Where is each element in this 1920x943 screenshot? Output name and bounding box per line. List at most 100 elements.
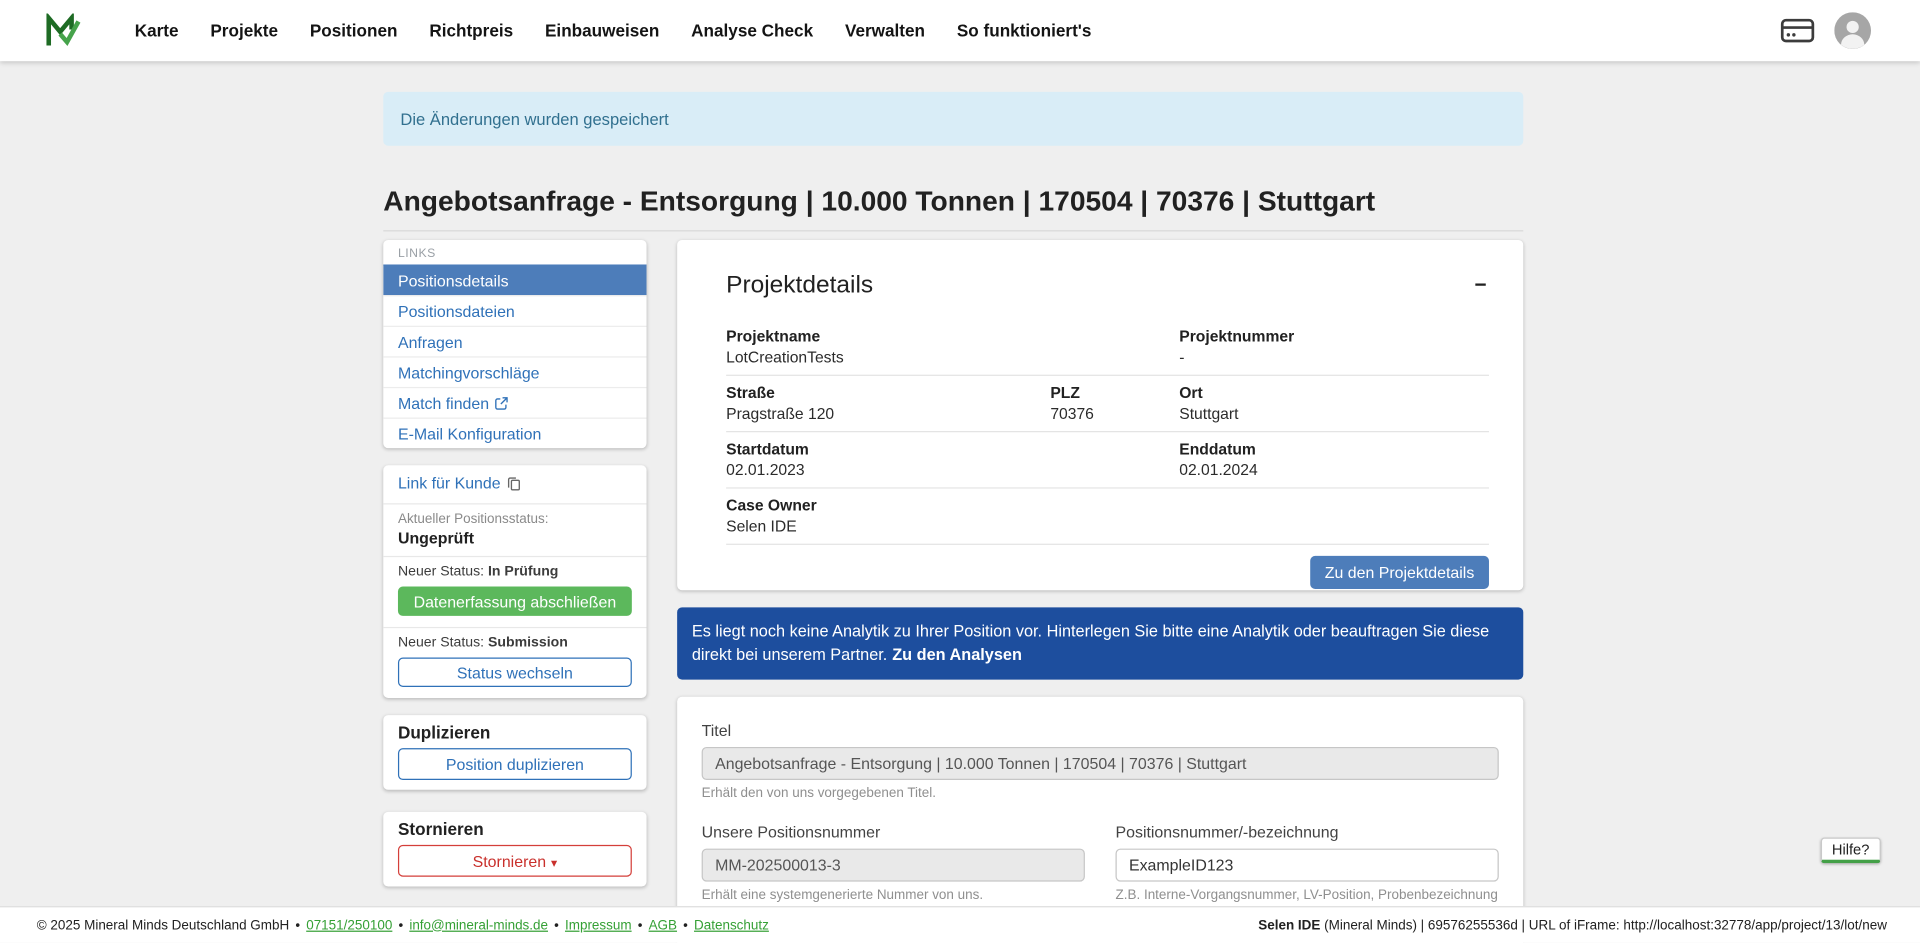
- complete-data-entry-button[interactable]: Datenerfassung abschließen: [398, 587, 632, 616]
- links-header: LINKS: [383, 240, 646, 264]
- main-content: Projektdetails − Projektname LotCreation…: [677, 240, 1523, 943]
- separator-dot: •: [398, 918, 403, 933]
- success-alert: Die Änderungen wurden gespeichert: [383, 92, 1523, 146]
- datenschutz-link[interactable]: Datenschutz: [694, 918, 769, 933]
- sidebar-item-label: Anfragen: [398, 332, 463, 350]
- session-user: Selen IDE: [1258, 918, 1320, 933]
- help-button[interactable]: Hilfe?: [1821, 838, 1881, 864]
- bezeichnung-field-group: Positionsnummer/-bezeichnung Z.B. Intern…: [1116, 822, 1499, 902]
- current-status-section: Aktueller Positionsstatus: Ungeprüft: [383, 504, 646, 557]
- card-reader-icon[interactable]: [1780, 18, 1814, 42]
- current-status-value: Ungeprüft: [398, 529, 632, 547]
- sidebar-item-positionsdetails[interactable]: Positionsdetails: [383, 264, 646, 295]
- separator-dot: •: [638, 918, 643, 933]
- switch-status-button[interactable]: Status wechseln: [398, 658, 632, 687]
- mineral-minds-logo-icon: [44, 13, 81, 47]
- links-card: LINKS Positionsdetails Positionsdateien …: [383, 240, 646, 448]
- bezeichnung-input[interactable]: [1116, 848, 1499, 881]
- sidebar-item-positionsdateien[interactable]: Positionsdateien: [383, 295, 646, 326]
- phone-link[interactable]: 07151/250100: [306, 918, 392, 933]
- sidebar-item-email-konfiguration[interactable]: E-Mail Konfiguration: [383, 418, 646, 449]
- next-status-section-1: Neuer Status: In Prüfung Datenerfassung …: [383, 557, 646, 628]
- sidebar-item-matchingvorschlaege[interactable]: Matchingvorschläge: [383, 356, 646, 387]
- main-nav: Karte Projekte Positionen Richtpreis Ein…: [135, 21, 1124, 41]
- project-details-button[interactable]: Zu den Projektdetails: [1310, 556, 1489, 589]
- nav-item-analyse-check[interactable]: Analyse Check: [691, 21, 813, 41]
- sidebar-item-anfragen[interactable]: Anfragen: [383, 326, 646, 357]
- titel-label: Titel: [702, 721, 1499, 739]
- cancel-card: Stornieren Stornieren▾: [383, 812, 646, 887]
- bezeichnung-help: Z.B. Interne-Vorgangsnummer, LV-Position…: [1116, 887, 1499, 902]
- field-startdatum: Startdatum 02.01.2023: [726, 440, 1179, 479]
- next-status-section-2: Neuer Status: Submission Status wechseln: [383, 628, 646, 698]
- current-status-label: Aktueller Positionsstatus:: [398, 512, 632, 527]
- nav-item-einbauweisen[interactable]: Einbauweisen: [545, 21, 659, 41]
- duplicate-title: Duplizieren: [398, 722, 632, 742]
- footer-left: © 2025 Mineral Minds Deutschland GmbH • …: [37, 918, 769, 933]
- copy-icon[interactable]: [507, 476, 520, 491]
- brand-logo[interactable]: [44, 13, 81, 47]
- user-avatar[interactable]: [1834, 12, 1871, 49]
- sidebar-item-label: Matchingvorschläge: [398, 363, 540, 381]
- cancel-title: Stornieren: [398, 819, 632, 839]
- sidebar-item-match-finden[interactable]: Match finden: [383, 387, 646, 418]
- positionsnummer-help: Erhält eine systemgenerierte Nummer von …: [702, 887, 1085, 902]
- field-case-owner: Case Owner Selen IDE: [726, 496, 1489, 535]
- impressum-link[interactable]: Impressum: [565, 918, 632, 933]
- field-plz: PLZ 70376: [1050, 383, 1179, 422]
- field-projektname: Projektname LotCreationTests: [726, 327, 1179, 366]
- alert-text: Die Änderungen wurden gespeichert: [400, 110, 668, 128]
- field-strasse: Straße Pragstraße 120: [726, 383, 1050, 422]
- sidebar-item-label: Match finden: [398, 394, 489, 412]
- project-details-card: Projektdetails − Projektname LotCreation…: [677, 240, 1523, 590]
- email-link[interactable]: info@mineral-minds.de: [409, 918, 548, 933]
- nav-item-richtpreis[interactable]: Richtpreis: [429, 21, 513, 41]
- project-actions: Zu den Projektdetails: [726, 556, 1489, 589]
- navbar-right: [1780, 0, 1871, 61]
- session-details: (Mineral Minds) | 69576255536d | URL of …: [1320, 918, 1887, 933]
- positionsnummer-input: [702, 848, 1085, 881]
- bezeichnung-label: Positionsnummer/-bezeichnung: [1116, 822, 1499, 840]
- separator-dot: •: [683, 918, 688, 933]
- form-row: Unsere Positionsnummer Erhält eine syste…: [702, 822, 1499, 902]
- sidebar-item-label: E-Mail Konfiguration: [398, 424, 541, 442]
- nav-item-projekte[interactable]: Projekte: [210, 21, 278, 41]
- nav-item-positionen[interactable]: Positionen: [310, 21, 398, 41]
- nav-item-karte[interactable]: Karte: [135, 21, 179, 41]
- field-ort: Ort Stuttgart: [1179, 383, 1489, 422]
- customer-link[interactable]: Link für Kunde: [398, 474, 520, 492]
- titel-input: [702, 746, 1499, 779]
- project-details-title: Projektdetails: [726, 272, 1489, 300]
- cancel-dropdown-button[interactable]: Stornieren▾: [398, 845, 632, 877]
- collapse-button[interactable]: −: [1474, 274, 1486, 295]
- status-card: Link für Kunde Aktueller Positionsstatus…: [383, 465, 646, 698]
- analytics-link[interactable]: Zu den Analysen: [892, 646, 1022, 664]
- analytics-message: Es liegt noch keine Analytik zu Ihrer Po…: [692, 622, 1489, 664]
- caret-down-icon: ▾: [551, 857, 557, 870]
- customer-link-row: Link für Kunde: [383, 465, 646, 504]
- sidebar: LINKS Positionsdetails Positionsdateien …: [383, 240, 646, 887]
- session-info: Selen IDE (Mineral Minds) | 69576255536d…: [1258, 918, 1887, 933]
- external-link-icon: [495, 396, 508, 409]
- project-row-1: Projektname LotCreationTests Projektnumm…: [726, 320, 1489, 376]
- project-field-rows: Projektname LotCreationTests Projektnumm…: [726, 320, 1489, 545]
- analytics-banner: Es liegt noch keine Analytik zu Ihrer Po…: [677, 607, 1523, 679]
- next-status-text-1: Neuer Status: In Prüfung: [398, 564, 632, 579]
- top-navbar: Karte Projekte Positionen Richtpreis Ein…: [0, 0, 1920, 61]
- sidebar-item-label: Positionsdateien: [398, 302, 515, 320]
- footer: © 2025 Mineral Minds Deutschland GmbH • …: [0, 906, 1920, 943]
- nav-item-so-funktionierts[interactable]: So funktioniert's: [957, 21, 1092, 41]
- separator-dot: •: [554, 918, 559, 933]
- duplicate-position-button[interactable]: Position duplizieren: [398, 748, 632, 780]
- field-enddatum: Enddatum 02.01.2024: [1179, 440, 1489, 479]
- customer-link-label: Link für Kunde: [398, 474, 501, 492]
- project-row-4: Case Owner Selen IDE: [726, 489, 1489, 545]
- nav-item-verwalten[interactable]: Verwalten: [845, 21, 925, 41]
- app-root: Karte Projekte Positionen Richtpreis Ein…: [0, 0, 1920, 943]
- copyright-text: © 2025 Mineral Minds Deutschland GmbH: [37, 918, 289, 933]
- agb-link[interactable]: AGB: [649, 918, 677, 933]
- duplicate-card: Duplizieren Position duplizieren: [383, 715, 646, 790]
- page-title: Angebotsanfrage - Entsorgung | 10.000 To…: [383, 185, 1523, 232]
- positionsnummer-field-group: Unsere Positionsnummer Erhält eine syste…: [702, 822, 1085, 902]
- field-projektnummer: Projektnummer -: [1179, 327, 1489, 366]
